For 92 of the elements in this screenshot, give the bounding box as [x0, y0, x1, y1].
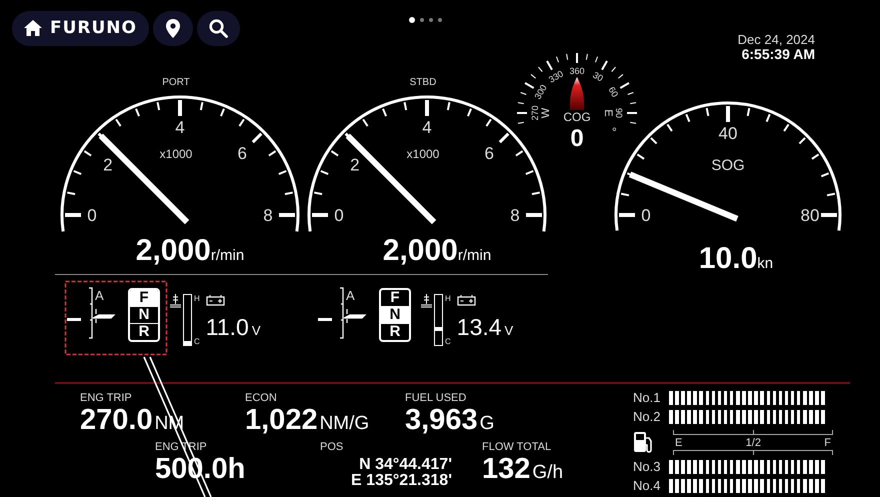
home-icon — [24, 20, 42, 36]
location-pin-icon — [166, 18, 180, 38]
scale-label: 1/2 — [746, 436, 761, 448]
readout-label: ECON — [245, 392, 278, 404]
cardinal-label: W — [540, 108, 552, 118]
tank-label: No.3 — [633, 459, 662, 474]
brand-logo: FURUNO — [50, 18, 137, 38]
unit-label: G/h — [532, 462, 564, 484]
readout-value: 3,963 — [405, 405, 478, 435]
heading-label: 60 — [606, 85, 620, 99]
scale-label: 0 — [641, 206, 651, 225]
rpm-value: 2,000 — [136, 234, 211, 268]
high-label: H — [194, 294, 200, 303]
speed-value: 10.0 — [698, 242, 758, 276]
gear-indicator: N — [130, 306, 158, 323]
unit-label: kn — [757, 255, 774, 272]
scale-label: 8 — [510, 206, 520, 225]
gauge-title: SOG — [711, 157, 745, 174]
battery-icon — [456, 294, 476, 306]
scale-label: 6 — [484, 144, 494, 163]
gear-indicator: R — [381, 323, 409, 340]
scale-label: 80 — [800, 206, 820, 225]
scale-label: 8 — [263, 206, 273, 225]
low-label: C — [445, 337, 451, 346]
scale-label: 40 — [718, 124, 738, 143]
readout-value: 1,022 — [245, 405, 318, 435]
unit-label: NM/G — [320, 413, 370, 435]
readout-label: POS — [320, 441, 344, 453]
search-button[interactable] — [197, 10, 240, 46]
coordinate-text: N 34°44.417' — [359, 457, 452, 473]
scale-label: 6 — [238, 144, 247, 163]
gauge-title: PORT — [162, 77, 190, 88]
course-value: 0 — [570, 125, 584, 152]
battery-icon — [206, 294, 225, 306]
page-dot[interactable] — [420, 18, 424, 22]
scale-label: 0 — [87, 206, 97, 225]
gear-indicator: F — [130, 290, 158, 306]
gear-indicator: R — [130, 323, 158, 340]
voltage-value: 11.0 — [206, 314, 249, 341]
voltage-value: 13.4 — [456, 314, 502, 341]
rpm-value: 2,000 — [382, 234, 458, 268]
heading-pointer — [570, 77, 584, 110]
scale-label: 4 — [422, 118, 432, 137]
readout-value: 270.0 — [80, 405, 153, 435]
fuel-pump-icon — [633, 430, 655, 454]
readout-label: FLOW TOTAL — [482, 441, 552, 453]
home-button[interactable]: FURUNO — [12, 10, 149, 46]
tank-label: No.2 — [633, 409, 662, 424]
tank-label: No.4 — [633, 478, 662, 493]
trim-label: A — [346, 288, 355, 303]
page-dot[interactable] — [429, 18, 433, 22]
thermometer-icon — [170, 294, 181, 308]
heading-label: 300 — [532, 83, 549, 101]
location-button[interactable] — [153, 10, 193, 46]
heading-label: 360 — [569, 66, 585, 76]
cardinal-label: E — [602, 109, 614, 117]
degree-unit: ° — [612, 125, 617, 139]
scale-label: 2 — [350, 156, 360, 175]
unit-label: r/min — [210, 247, 244, 264]
unit-label: V — [504, 323, 514, 338]
thermometer-icon — [421, 294, 432, 308]
trim-label: A — [95, 288, 104, 303]
compass-label: COG — [563, 110, 591, 124]
heading-label: 270 — [530, 105, 540, 121]
scale-label: 0 — [334, 206, 344, 225]
unit-label: V — [252, 323, 261, 338]
heading-label: 90 — [614, 108, 624, 118]
readout-label: FUEL USED — [405, 392, 468, 404]
gauge-title: STBD — [410, 77, 436, 88]
tank-label: No.1 — [633, 390, 662, 405]
readout-label: ENG TRIP — [80, 392, 133, 404]
high-label: H — [445, 294, 451, 303]
scale-label: 2 — [103, 156, 113, 175]
scale-label: F — [824, 436, 831, 448]
coordinate-text: E 135°21.318' — [351, 473, 452, 489]
unit-label: r/min — [458, 247, 492, 264]
multiplier-label: x1000 — [160, 147, 192, 161]
search-icon — [209, 18, 228, 38]
multiplier-label: x1000 — [406, 147, 440, 161]
scale-label: E — [675, 436, 682, 448]
page-dot[interactable] — [438, 18, 442, 22]
time-text: 6:55:39 AM — [742, 47, 815, 61]
page-dot[interactable] — [409, 17, 415, 23]
unit-label: G — [480, 413, 494, 435]
readout-value: 132 — [482, 454, 530, 484]
gear-indicator: N — [381, 306, 409, 323]
low-label: C — [194, 337, 200, 346]
gear-indicator: F — [389, 290, 401, 306]
scale-label: 4 — [175, 118, 185, 137]
heading-label: 30 — [591, 70, 605, 84]
date-text: Dec 24, 2024 — [738, 33, 815, 47]
heading-label: 330 — [547, 68, 565, 85]
